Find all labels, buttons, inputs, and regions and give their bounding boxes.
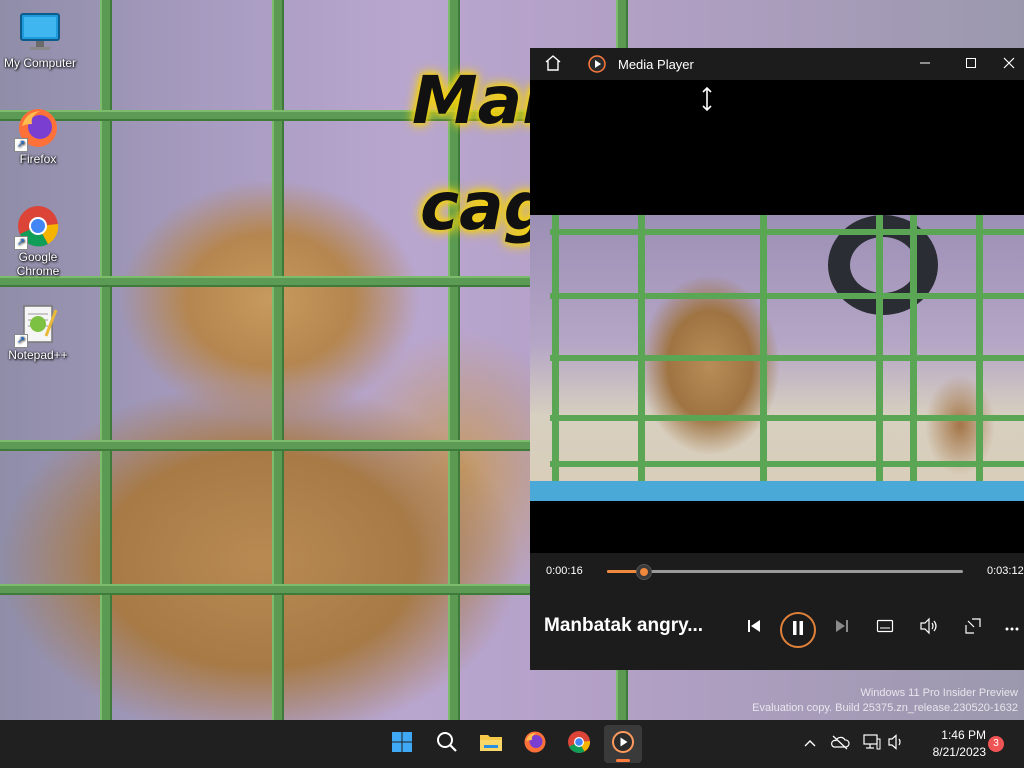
cloud-off-icon xyxy=(830,734,850,755)
media-player-window[interactable]: Media Player 0:00:16 0:03:12 Manbatak an… xyxy=(530,48,1024,670)
notification-badge[interactable]: 3 xyxy=(988,736,1004,752)
watermark-line1: Windows 11 Pro Insider Preview xyxy=(860,687,1018,699)
more-icon xyxy=(1004,619,1020,637)
minimize-button[interactable] xyxy=(902,48,948,80)
video-cage-bar xyxy=(552,215,559,485)
video-cage-bar xyxy=(550,293,1024,299)
active-indicator xyxy=(616,759,630,762)
firefox-icon: ↗ xyxy=(14,106,60,152)
chrome-taskbar-button[interactable] xyxy=(560,725,598,763)
desktop-icon-google-chrome[interactable]: ↗ Google Chrome xyxy=(0,204,76,278)
video-cage-bar xyxy=(910,215,917,485)
clock-time: 1:46 PM xyxy=(941,728,986,742)
maximize-button[interactable] xyxy=(948,48,994,80)
total-duration: 0:03:12 xyxy=(987,565,1024,577)
volume-icon xyxy=(919,617,939,640)
shortcut-arrow-icon: ↗ xyxy=(14,236,28,250)
previous-button[interactable] xyxy=(737,611,771,645)
now-playing-title: Manbatak angry... xyxy=(544,615,704,636)
home-icon xyxy=(544,54,562,75)
media-player-icon xyxy=(611,730,635,759)
desktop-icon-label: Notepad++ xyxy=(8,348,68,362)
shortcut-arrow-icon: ↗ xyxy=(14,138,28,152)
desktop-icon-label: Google Chrome xyxy=(16,250,60,278)
volume-button[interactable] xyxy=(912,611,946,645)
clock-date: 8/21/2023 xyxy=(932,745,986,759)
search-button[interactable] xyxy=(428,725,466,763)
video-ledge xyxy=(530,481,1024,501)
video-cage-bar xyxy=(876,215,883,485)
desktop-icon-my-computer[interactable]: My Computer xyxy=(2,10,78,70)
home-button[interactable] xyxy=(530,48,576,80)
miniplayer-icon xyxy=(964,617,982,640)
playback-controls: 0:00:16 0:03:12 Manbatak angry... xyxy=(530,553,1024,670)
chrome-icon: ↗ xyxy=(14,204,60,250)
skip-previous-icon xyxy=(745,617,763,640)
minimize-icon xyxy=(919,56,931,72)
windows-watermark: Windows 11 Pro Insider Preview Evaluatio… xyxy=(752,686,1018,716)
video-cage-bar xyxy=(550,415,1024,421)
monitor-icon xyxy=(18,10,62,54)
network-icon xyxy=(862,733,882,756)
window-title: Media Player xyxy=(618,57,694,72)
seek-bar[interactable] xyxy=(607,564,963,580)
watermark-line2: Evaluation copy. Build 25375.zn_release.… xyxy=(752,702,1018,714)
windows-start-icon xyxy=(391,731,413,758)
file-explorer-button[interactable] xyxy=(472,725,510,763)
clock-button[interactable]: 1:46 PM 8/21/2023 xyxy=(910,727,986,761)
video-cage-bar xyxy=(638,215,645,485)
onedrive-button[interactable] xyxy=(830,734,850,754)
video-cage-bar xyxy=(550,229,1024,235)
search-icon xyxy=(436,731,458,758)
speaker-icon xyxy=(887,733,905,755)
resize-cursor-icon xyxy=(700,86,714,117)
miniplayer-button[interactable] xyxy=(956,611,990,645)
next-button[interactable] xyxy=(825,611,859,645)
desktop-icon-label: My Computer xyxy=(3,56,77,70)
cage-bar xyxy=(272,0,284,720)
skip-next-icon xyxy=(833,617,851,640)
taskbar: 1:46 PM 8/21/2023 3 xyxy=(0,720,1024,768)
close-icon xyxy=(1003,56,1015,72)
video-cage-bar xyxy=(976,215,983,485)
captions-button[interactable] xyxy=(868,611,902,645)
show-hidden-icons-button[interactable] xyxy=(800,734,820,754)
video-cage-bar xyxy=(550,355,1024,361)
start-button[interactable] xyxy=(383,725,421,763)
firefox-taskbar-button[interactable] xyxy=(516,725,554,763)
notepadpp-icon: ↗ xyxy=(14,302,60,348)
video-frame[interactable] xyxy=(530,215,1024,501)
elapsed-time: 0:00:16 xyxy=(546,565,583,577)
media-player-app-icon xyxy=(588,55,606,78)
close-button[interactable] xyxy=(994,48,1024,80)
desktop-icon-label: Firefox xyxy=(19,152,57,166)
more-options-button[interactable] xyxy=(1000,611,1024,645)
folder-icon xyxy=(479,731,503,758)
captions-icon xyxy=(876,617,894,640)
cage-bar xyxy=(100,0,112,720)
network-button[interactable] xyxy=(862,733,882,756)
video-cage-bar xyxy=(760,215,767,485)
desktop-icon-firefox[interactable]: ↗ Firefox xyxy=(0,106,76,166)
video-cage-bar xyxy=(550,461,1024,467)
chevron-up-icon xyxy=(803,735,817,753)
shortcut-arrow-icon: ↗ xyxy=(14,334,28,348)
title-bar[interactable]: Media Player xyxy=(530,48,1024,80)
maximize-icon xyxy=(965,56,977,72)
chrome-icon xyxy=(567,730,591,759)
seek-thumb[interactable] xyxy=(635,564,652,580)
pause-button[interactable] xyxy=(780,612,816,648)
pause-icon xyxy=(791,620,805,641)
volume-tray-button[interactable] xyxy=(886,733,906,755)
firefox-icon xyxy=(523,730,547,759)
desktop-icon-notepadpp[interactable]: ↗ Notepad++ xyxy=(0,302,76,362)
media-player-taskbar-button[interactable] xyxy=(604,725,642,763)
